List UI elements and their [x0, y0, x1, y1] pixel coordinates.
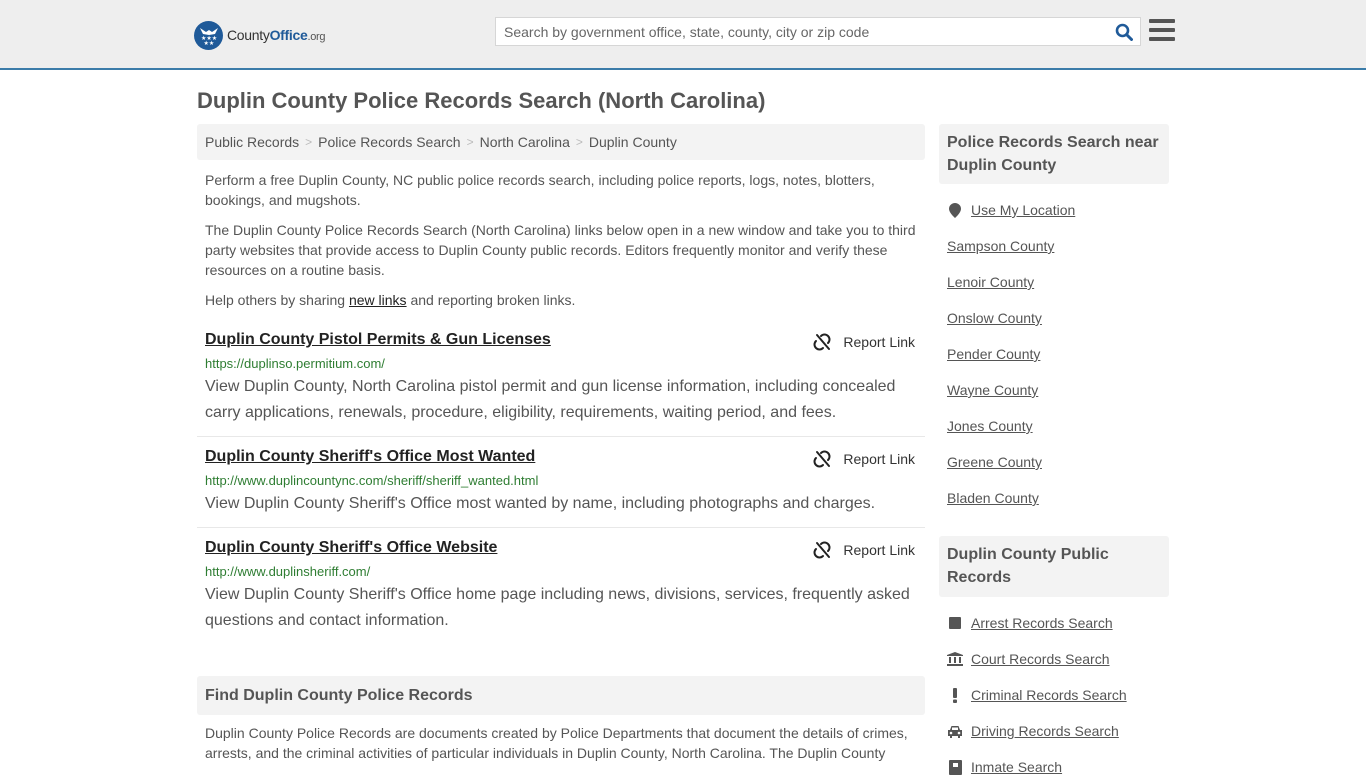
nearby-heading: Police Records Search near Duplin County	[939, 124, 1169, 184]
search-input[interactable]	[496, 18, 1108, 45]
breadcrumb-public-records[interactable]: Public Records	[205, 134, 299, 150]
nearby-county-link[interactable]: Onslow County	[947, 309, 1042, 327]
search-icon	[1115, 23, 1133, 41]
report-link-button[interactable]: Report Link	[813, 333, 915, 351]
inmate-search-link[interactable]: Inmate Search	[947, 758, 1062, 776]
result-description: View Duplin County Sheriff's Office home…	[205, 586, 910, 629]
nearby-county-link[interactable]: Sampson County	[947, 237, 1054, 255]
svg-text:★★: ★★	[203, 40, 214, 45]
broken-link-icon	[813, 450, 831, 468]
broken-link-icon	[813, 541, 831, 559]
hamburger-menu-icon[interactable]	[1149, 19, 1175, 41]
find-records-heading: Find Duplin County Police Records	[197, 676, 925, 715]
result-title-link[interactable]: Duplin County Pistol Permits & Gun Licen…	[205, 330, 551, 350]
broken-link-icon	[813, 333, 831, 351]
report-link-button[interactable]: Report Link	[813, 541, 915, 559]
breadcrumb-police-records-search[interactable]: Police Records Search	[318, 134, 460, 150]
nearby-county-link[interactable]: Pender County	[947, 345, 1040, 363]
breadcrumb-separator: >	[305, 135, 313, 149]
page-title: Duplin County Police Records Search (Nor…	[197, 88, 766, 113]
court-records-link[interactable]: Court Records Search	[947, 650, 1110, 668]
eagle-logo-icon: ★★★ ★★	[194, 20, 223, 50]
nearby-county-link[interactable]: Wayne County	[947, 381, 1038, 399]
breadcrumb-duplin-county[interactable]: Duplin County	[589, 134, 677, 150]
search-button[interactable]	[1108, 18, 1140, 45]
nearby-county-link[interactable]: Bladen County	[947, 489, 1039, 507]
share-links-paragraph: Help others by sharing new links and rep…	[205, 292, 576, 308]
result-title-link[interactable]: Duplin County Sheriff's Office Most Want…	[205, 447, 535, 467]
disclaimer-paragraph: The Duplin County Police Records Search …	[205, 222, 916, 278]
use-my-location-link[interactable]: Use My Location	[947, 201, 1075, 219]
search-bar	[495, 17, 1141, 46]
new-links-link[interactable]: new links	[349, 292, 407, 308]
logo-wordmark: CountyOffice.org	[227, 27, 326, 43]
result-description: View Duplin County, North Carolina pisto…	[205, 378, 896, 421]
result-item: Duplin County Sheriff's Office Most Want…	[197, 447, 925, 528]
site-logo[interactable]: ★★★ ★★ CountyOffice.org	[194, 20, 326, 50]
exclamation-icon	[947, 687, 963, 703]
report-link-button[interactable]: Report Link	[813, 450, 915, 468]
criminal-records-link[interactable]: Criminal Records Search	[947, 686, 1127, 704]
courthouse-icon	[947, 652, 963, 666]
breadcrumb-separator: >	[466, 135, 474, 149]
result-title-link[interactable]: Duplin County Sheriff's Office Website	[205, 538, 497, 558]
inmate-icon	[947, 759, 963, 775]
breadcrumb-north-carolina[interactable]: North Carolina	[480, 134, 570, 150]
nearby-county-link[interactable]: Jones County	[947, 417, 1033, 435]
driving-records-link[interactable]: Driving Records Search	[947, 722, 1119, 740]
result-url: https://duplinso.permitium.com/	[205, 356, 385, 371]
public-records-heading: Duplin County Public Records	[939, 536, 1169, 597]
result-url: http://www.duplincountync.com/sheriff/sh…	[205, 473, 539, 488]
top-navigation-bar: ★★★ ★★ CountyOffice.org	[0, 0, 1366, 70]
intro-paragraph: Perform a free Duplin County, NC public …	[205, 172, 875, 208]
result-url: http://www.duplinsheriff.com/	[205, 564, 371, 579]
find-records-body: Duplin County Police Records are documen…	[205, 725, 908, 761]
nearby-county-link[interactable]: Greene County	[947, 453, 1042, 471]
square-icon	[947, 616, 963, 630]
car-icon	[947, 725, 963, 738]
result-item: Duplin County Sheriff's Office Website R…	[197, 538, 925, 638]
result-item: Duplin County Pistol Permits & Gun Licen…	[197, 330, 925, 437]
nearby-county-link[interactable]: Lenoir County	[947, 273, 1034, 291]
breadcrumb-separator: >	[575, 135, 583, 149]
map-marker-icon	[947, 202, 963, 218]
result-description: View Duplin County Sheriff's Office most…	[205, 495, 876, 512]
arrest-records-link[interactable]: Arrest Records Search	[947, 614, 1113, 632]
breadcrumb: Public Records > Police Records Search >…	[197, 124, 925, 160]
